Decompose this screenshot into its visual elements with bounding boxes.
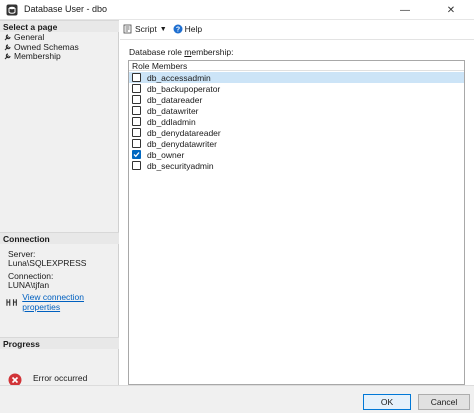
- svg-text:?: ?: [176, 27, 180, 34]
- view-connection-properties-label[interactable]: View connection properties: [22, 292, 118, 312]
- role-row[interactable]: db_datawriter: [129, 105, 464, 116]
- role-row[interactable]: db_ddladmin: [129, 116, 464, 127]
- script-label: Script: [135, 24, 157, 34]
- role-name: db_owner: [147, 149, 185, 160]
- role-name: db_backupoperator: [147, 83, 221, 94]
- role-members-list[interactable]: Role Members db_accessadmin db_backupoper…: [128, 60, 465, 385]
- role-name: db_datawriter: [147, 105, 199, 116]
- wrench-icon: [4, 43, 12, 51]
- main-panel: Script ▼ ? Help Database role membership…: [120, 20, 474, 385]
- minimize-button[interactable]: —: [382, 0, 428, 20]
- sidebar: Select a page General Owned Schemas Memb…: [0, 20, 119, 387]
- help-button[interactable]: ? Help: [173, 24, 202, 34]
- connection-icon: [6, 298, 17, 306]
- help-icon: ?: [173, 24, 183, 34]
- ok-button[interactable]: OK: [363, 394, 411, 410]
- script-button[interactable]: Script ▼: [123, 24, 167, 34]
- view-connection-properties-link[interactable]: View connection properties: [6, 292, 118, 312]
- role-row[interactable]: db_datareader: [129, 94, 464, 105]
- role-membership-label: Database role membership:: [129, 47, 234, 57]
- script-icon: [123, 24, 132, 34]
- role-name: db_denydatawriter: [147, 138, 217, 149]
- toolbar-divider: [120, 39, 474, 40]
- connection-value: LUNA\tjfan: [8, 280, 50, 290]
- wrench-icon: [4, 33, 12, 41]
- role-checkbox[interactable]: [132, 150, 141, 159]
- role-row[interactable]: db_securityadmin: [129, 160, 464, 171]
- role-name: db_ddladmin: [147, 116, 196, 127]
- page-item-membership[interactable]: Membership: [4, 51, 61, 61]
- role-checkbox[interactable]: [132, 128, 141, 137]
- database-icon: [6, 4, 18, 16]
- select-page-header: Select a page: [0, 20, 119, 32]
- progress-header: Progress: [0, 337, 119, 349]
- page-item-label: General: [14, 32, 45, 42]
- button-bar: OK Cancel: [0, 385, 474, 413]
- chevron-down-icon: ▼: [159, 25, 167, 33]
- role-checkbox[interactable]: [132, 106, 141, 115]
- connection-header: Connection: [0, 232, 119, 244]
- role-row[interactable]: db_denydatawriter: [129, 138, 464, 149]
- role-list: db_accessadmin db_backupoperator db_datare…: [129, 72, 464, 171]
- role-name: db_accessadmin: [147, 72, 211, 83]
- role-checkbox[interactable]: [132, 73, 141, 82]
- progress-status: Error occurred: [33, 373, 88, 383]
- close-button[interactable]: ✕: [428, 0, 474, 20]
- cancel-button[interactable]: Cancel: [418, 394, 470, 410]
- role-checkbox[interactable]: [132, 95, 141, 104]
- column-header-role-members: Role Members: [129, 61, 464, 71]
- role-name: db_securityadmin: [147, 160, 214, 171]
- server-value: Luna\SQLEXPRESS: [8, 258, 87, 268]
- role-name: db_datareader: [147, 94, 203, 105]
- role-row[interactable]: db_backupoperator: [129, 83, 464, 94]
- role-checkbox[interactable]: [132, 161, 141, 170]
- toolbar: Script ▼ ? Help: [120, 20, 474, 38]
- help-label: Help: [184, 24, 203, 34]
- role-row[interactable]: db_accessadmin: [129, 72, 464, 83]
- window-title: Database User - dbo: [24, 4, 108, 14]
- role-row[interactable]: db_owner: [129, 149, 464, 160]
- role-checkbox[interactable]: [132, 117, 141, 126]
- checkmark-icon: [133, 152, 140, 158]
- role-checkbox[interactable]: [132, 84, 141, 93]
- title-bar: Database User - dbo — ✕: [0, 0, 474, 20]
- role-checkbox[interactable]: [132, 139, 141, 148]
- page-item-label: Membership: [14, 51, 61, 61]
- role-name: db_denydatareader: [147, 127, 221, 138]
- role-row[interactable]: db_denydatareader: [129, 127, 464, 138]
- page-item-general[interactable]: General: [4, 32, 44, 42]
- wrench-icon: [4, 52, 12, 60]
